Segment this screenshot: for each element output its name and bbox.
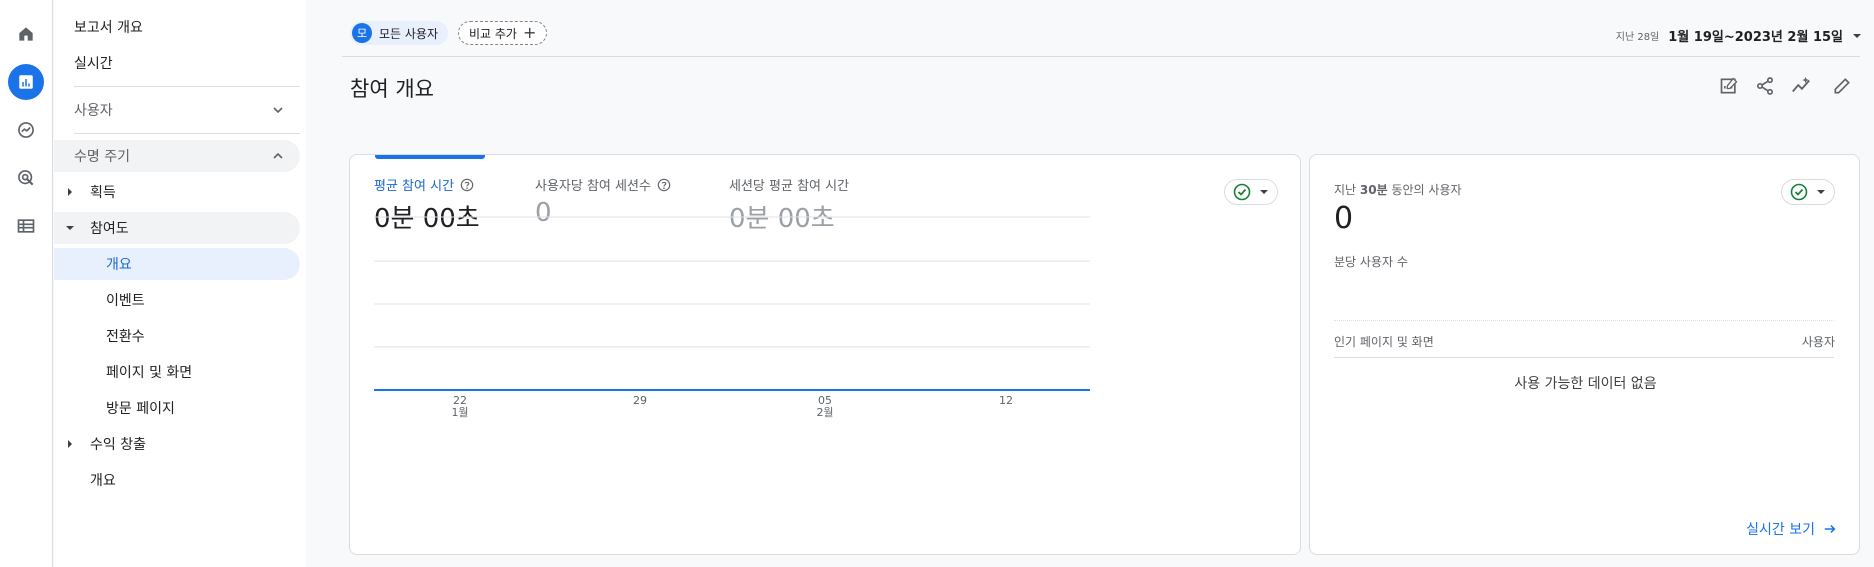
data-quality-dropdown[interactable] [1781, 179, 1835, 205]
nav-label: 사용자 [74, 103, 113, 119]
chip-label: 모든 사용자 [379, 26, 439, 41]
chart-plot: 221월29 052월12 [374, 389, 1090, 419]
nav-label: 수익 창출 [90, 437, 146, 453]
page-title: 참여 개요 [350, 77, 434, 101]
divider [342, 56, 1860, 57]
report-nav: 보고서 개요 실시간 사용자 수명 주기 획득 참여도 개요 이벤트 전환수 페… [54, 0, 306, 567]
nav-pages-screens[interactable]: 페이지 및 화면 [54, 356, 300, 388]
realtime-label-prefix: 지난 [1334, 183, 1360, 197]
nav-label: 전환수 [106, 329, 145, 345]
divider [1334, 357, 1834, 358]
nav-label: 방문 페이지 [106, 401, 175, 417]
caret-down-icon [1853, 33, 1861, 38]
nav-label: 페이지 및 화면 [106, 365, 193, 381]
chip-label: 비교 추가 [469, 26, 517, 41]
view-realtime-link[interactable]: 실시간 보기 [1746, 519, 1837, 539]
x-tick-label: 12 [999, 394, 1013, 407]
nav-label: 수명 주기 [74, 149, 130, 165]
caret-right-icon [68, 440, 72, 448]
nav-label: 개요 [106, 257, 132, 273]
nav-overview[interactable]: 개요 [54, 464, 300, 496]
home-icon[interactable] [8, 16, 44, 52]
engagement-time-card: 평균 참여 시간 0분 00초 사용자당 참여 세션수 0 세션당 평균 참여 … [349, 154, 1301, 555]
table-header-users: 사용자 [1801, 335, 1835, 349]
empty-state-message: 사용 가능한 데이터 없음 [1514, 376, 1657, 392]
date-range-value: 1월 19일~2023년 2월 15일 [1668, 30, 1843, 45]
add-comparison-button[interactable]: 비교 추가 + [458, 21, 548, 45]
realtime-label-bold: 30분 [1359, 183, 1388, 197]
reports-icon[interactable] [8, 64, 44, 100]
icon-rail [0, 0, 53, 567]
date-prefix: 지난 28일 [1615, 32, 1660, 43]
nav-section-lifecycle[interactable]: 수명 주기 [54, 140, 300, 172]
insights-icon[interactable] [1789, 74, 1813, 98]
all-users-chip[interactable]: 모 모든 사용자 [350, 21, 449, 45]
plus-icon: + [522, 23, 537, 42]
nav-label: 개요 [90, 473, 116, 489]
nav-events[interactable]: 이벤트 [54, 284, 300, 316]
avatar: 모 [352, 23, 372, 43]
customize-report-icon[interactable] [1717, 74, 1741, 98]
realtime-user-count: 0 [1334, 201, 1354, 236]
nav-landing-page[interactable]: 방문 페이지 [54, 392, 300, 424]
engagement-line-chart: 221월29 052월12 [374, 216, 1090, 419]
nav-engagement[interactable]: 참여도 [54, 212, 300, 244]
nav-divider [74, 86, 300, 87]
nav-acquisition[interactable]: 획득 [54, 176, 300, 208]
users-per-minute-label: 분당 사용자 수 [1334, 255, 1408, 269]
x-tick-label: 29 [633, 394, 647, 407]
nav-reports-overview[interactable]: 보고서 개요 [54, 11, 300, 43]
nav-section-user[interactable]: 사용자 [54, 94, 300, 126]
nav-conversions[interactable]: 전환수 [54, 320, 300, 352]
configure-icon[interactable] [8, 208, 44, 244]
caret-right-icon [68, 188, 72, 196]
check-circle-icon [1790, 183, 1808, 201]
realtime-label-suffix: 동안의 사용자 [1387, 183, 1462, 197]
caret-down-icon [66, 226, 74, 230]
nav-label: 이벤트 [106, 293, 145, 309]
chevron-down-icon [273, 107, 283, 114]
advertising-icon[interactable] [8, 160, 44, 196]
nav-label: 획득 [90, 185, 116, 201]
caret-down-icon [1817, 190, 1825, 194]
date-range-picker[interactable]: 지난 28일 1월 19일~2023년 2월 15일 [1616, 26, 1862, 45]
realtime-users-card: 지난 30분 동안의 사용자 0 분당 사용자 수 인기 페이지 및 화면 사용… [1309, 154, 1860, 555]
nav-label: 실시간 [74, 56, 113, 72]
share-icon[interactable] [1753, 74, 1777, 98]
link-label: 실시간 보기 [1746, 522, 1815, 538]
chart-gridlines [374, 216, 1090, 348]
arrow-right-icon [1824, 524, 1836, 534]
nav-monetization[interactable]: 수익 창출 [54, 428, 300, 460]
explore-icon[interactable] [8, 112, 44, 148]
x-month-label: 1월 [451, 406, 468, 419]
edit-icon[interactable] [1830, 74, 1854, 98]
nav-label: 참여도 [90, 221, 129, 237]
nav-engagement-overview[interactable]: 개요 [54, 248, 300, 280]
realtime-label: 지난 30분 동안의 사용자 [1334, 181, 1462, 198]
table-header-pages: 인기 페이지 및 화면 [1334, 335, 1434, 349]
x-month-label: 2월 [816, 406, 833, 419]
nav-divider [74, 133, 300, 134]
nav-realtime[interactable]: 실시간 [54, 47, 300, 79]
chevron-up-icon [273, 152, 283, 159]
per-minute-sparkline [1334, 320, 1834, 321]
nav-label: 보고서 개요 [74, 20, 143, 36]
main-content: 모 모든 사용자 비교 추가 + 지난 28일 1월 19일~2023년 2월 … [306, 0, 1874, 567]
